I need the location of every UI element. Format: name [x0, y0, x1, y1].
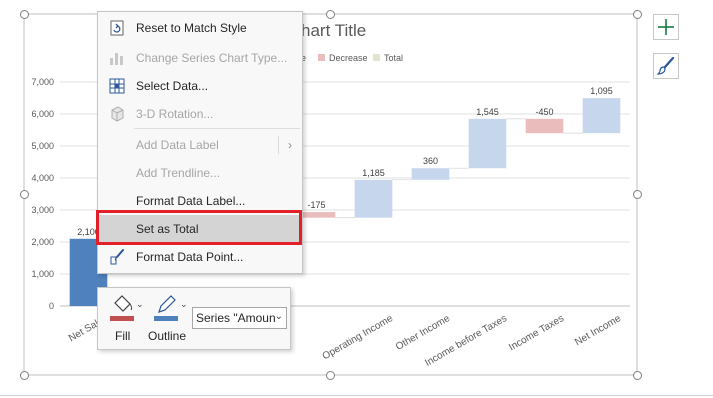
data-label: 1,095 — [590, 86, 613, 96]
series-select-value: Series "Amoun — [196, 311, 276, 325]
legend-label-decrease: Decrease — [329, 53, 368, 63]
data-label: 1,545 — [476, 107, 499, 117]
menu-item-3d-rotation[interactable]: 3-D Rotation... — [98, 100, 302, 128]
fill-color-swatch — [110, 316, 134, 321]
y-tick-label: 5,000 — [31, 141, 54, 151]
reset-style-icon — [110, 20, 124, 36]
y-tick-label: 4,000 — [31, 173, 54, 183]
bar-other-income[interactable] — [411, 168, 450, 180]
rotation-3d-icon — [111, 106, 124, 122]
menu-item-add-trendline[interactable]: Add Trendline... — [98, 159, 302, 187]
y-tick-label: 0 — [49, 301, 54, 311]
chart-elements-button[interactable] — [653, 14, 679, 40]
chevron-down-icon: ⌄ — [180, 299, 188, 309]
paintbrush-icon — [656, 56, 675, 75]
menu-item-label: 3-D Rotation... — [136, 107, 214, 121]
data-label: -450 — [535, 107, 553, 117]
menu-item-label: Add Trendline... — [136, 166, 221, 180]
data-label: -175 — [307, 200, 325, 210]
sheet-bottom-rule — [0, 395, 713, 396]
y-tick-label: 6,000 — [31, 109, 54, 119]
resize-handle-bottom[interactable] — [326, 371, 335, 380]
menu-item-format-data-point[interactable]: Format Data Point... — [98, 243, 302, 271]
menu-item-label: Change Series Chart Type... — [136, 51, 288, 65]
data-label: 360 — [423, 156, 438, 166]
menu-item-label: Format Data Point... — [136, 250, 244, 264]
outline-button[interactable]: ⌄ Outline — [146, 292, 190, 348]
chevron-right-icon: › — [288, 138, 292, 152]
chart-styles-button[interactable] — [653, 53, 679, 79]
bar-net-income[interactable] — [582, 98, 621, 134]
series-select[interactable]: Series "Amoun ⌄ — [192, 307, 287, 329]
submenu-divider — [278, 136, 279, 154]
y-tick-label: 7,000 — [31, 77, 54, 87]
menu-item-select-data[interactable]: Select Data... — [98, 72, 302, 100]
menu-item-label: Add Data Label — [136, 138, 219, 152]
mini-toolbar: ⌄ Fill ⌄ Outline Series "Amoun ⌄ — [97, 287, 291, 350]
resize-handle-top-right[interactable] — [633, 10, 642, 19]
plus-icon — [658, 19, 674, 35]
chart-title[interactable]: hart Title — [301, 21, 366, 40]
resize-handle-top-left[interactable] — [20, 10, 29, 19]
chevron-down-icon: ⌄ — [136, 299, 144, 309]
annotation-highlight-box — [96, 210, 302, 245]
fill-label: Fill — [115, 329, 131, 343]
y-tick-label: 1,000 — [31, 269, 54, 279]
menu-item-change-series-chart-type[interactable]: Change Series Chart Type... — [98, 44, 302, 72]
menu-separator — [134, 128, 300, 129]
menu-item-add-data-label[interactable]: Add Data Label › — [98, 131, 302, 159]
select-data-icon — [109, 78, 125, 94]
bar-income-before-taxes[interactable] — [468, 118, 507, 169]
data-label: 1,185 — [362, 168, 385, 178]
menu-item-label: Select Data... — [136, 79, 209, 93]
y-tick-label: 3,000 — [31, 205, 54, 215]
resize-handle-bottom-left[interactable] — [20, 371, 29, 380]
chart-type-icon — [110, 53, 123, 65]
menu-item-label: Format Data Label... — [136, 194, 246, 208]
bar-selling-expenses[interactable] — [297, 212, 336, 218]
resize-handle-top[interactable] — [326, 10, 335, 19]
resize-handle-right[interactable] — [633, 190, 642, 199]
bar-income-taxes[interactable] — [525, 118, 564, 134]
legend-swatch-decrease — [318, 54, 325, 61]
resize-handle-bottom-right[interactable] — [633, 371, 642, 380]
outline-label: Outline — [148, 329, 187, 343]
format-point-icon — [110, 249, 124, 265]
resize-handle-left[interactable] — [20, 190, 29, 199]
menu-item-reset-to-match-style[interactable]: Reset to Match Style — [98, 14, 302, 42]
legend-swatch-total — [373, 54, 380, 61]
bar-operating-income[interactable] — [354, 179, 393, 218]
fill-button[interactable]: ⌄ Fill — [104, 292, 144, 348]
menu-item-label: Reset to Match Style — [136, 21, 247, 35]
outline-color-swatch — [154, 316, 178, 321]
y-tick-label: 2,000 — [31, 237, 54, 247]
chevron-down-icon: ⌄ — [274, 311, 283, 322]
legend-label-total: Total — [384, 53, 403, 63]
